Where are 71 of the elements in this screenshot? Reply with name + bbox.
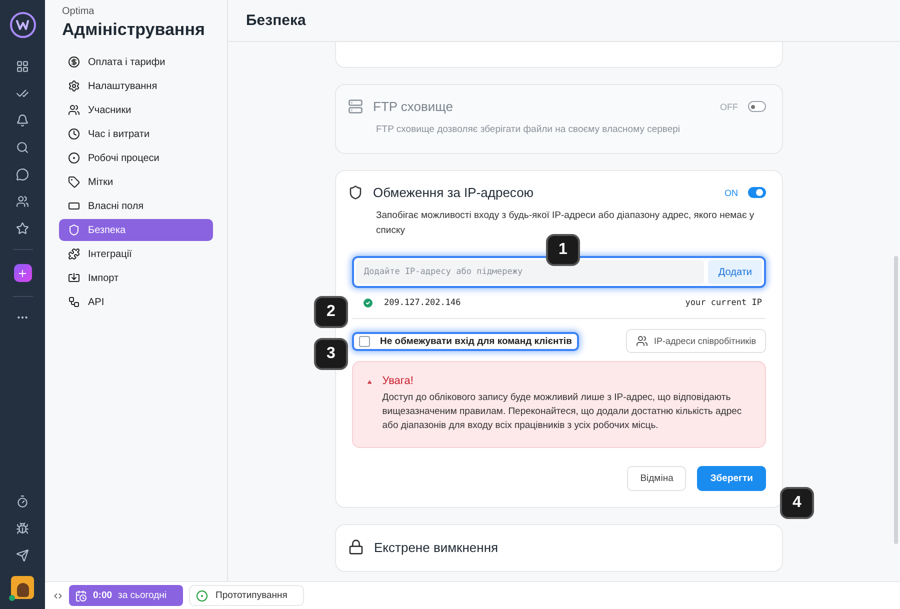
- card-description: Запобігає можливості входу з будь-якої IP-адреси або діапазону адрес, якого немає у списку: [376, 209, 756, 238]
- sidebar-item[interactable]: Учасники: [59, 99, 213, 121]
- sidebar-item[interactable]: Робочі процеси: [59, 147, 213, 169]
- chat-icon[interactable]: [16, 168, 29, 181]
- scrollbar[interactable]: [894, 256, 898, 544]
- puzzle-icon: [68, 248, 80, 260]
- circle-icon: [196, 590, 208, 602]
- users-icon: [68, 104, 80, 116]
- sidebar-item[interactable]: Налаштування: [59, 75, 213, 97]
- sidebar-item[interactable]: Імпорт: [59, 267, 213, 289]
- warning-text: Доступ до облікового запису буде можливий лише з IP-адрес, що відповідають вищезазначеним правилам. Переконайтеся, що додали достатню кількість адрес або діапазонів для входу всіх працівників з усіх робочих місць.: [382, 391, 743, 433]
- logo-icon[interactable]: [10, 12, 36, 38]
- add-button[interactable]: [14, 264, 32, 282]
- avatar[interactable]: [11, 576, 34, 599]
- rectangle-icon: [68, 200, 80, 212]
- plus-icon: [17, 268, 28, 278]
- users-icon[interactable]: [16, 195, 29, 208]
- toggle-label: ON: [724, 188, 738, 198]
- timer-button[interactable]: 0:00 за сьогодні: [69, 585, 183, 606]
- staff-ip-button[interactable]: IP-адреси співробітників: [626, 329, 766, 353]
- check-icon: [362, 297, 374, 309]
- ip-input-field[interactable]: Додайте IP-адресу або підмережу Додати: [352, 256, 766, 288]
- sidebar-item[interactable]: Оплата і тарифи: [59, 51, 213, 73]
- clock-icon: [68, 128, 80, 140]
- checkmarks-icon[interactable]: [16, 87, 29, 100]
- calendar-icon: [75, 590, 87, 602]
- circle-icon: [68, 152, 80, 164]
- lock-icon: [348, 539, 364, 555]
- callout-badge: 1: [548, 236, 578, 264]
- add-button[interactable]: Додати: [708, 260, 762, 284]
- callout-badge: 3: [316, 340, 346, 368]
- star-icon[interactable]: [16, 222, 29, 235]
- callout-badge: 2: [316, 298, 346, 326]
- sidebar-item[interactable]: Мітки: [59, 171, 213, 193]
- project-button[interactable]: Прототипування: [188, 585, 304, 606]
- sidebar-item[interactable]: Власні поля: [59, 195, 213, 217]
- clients-checkbox[interactable]: Не обмежувати вхід для команд клієнтів: [352, 332, 579, 350]
- sidebar-item[interactable]: Час і витрати: [59, 123, 213, 145]
- shield-icon: [68, 224, 80, 236]
- toggle-switch[interactable]: [748, 187, 766, 198]
- sidebar-item[interactable]: Безпека: [59, 219, 213, 241]
- card-title: FTP сховище: [373, 99, 454, 114]
- users-icon: [636, 335, 648, 347]
- callout-badge: 4: [782, 489, 812, 517]
- collapse-icon[interactable]: [53, 590, 63, 600]
- shield-icon: [348, 185, 363, 200]
- gear-icon: [68, 80, 80, 92]
- stopwatch-icon[interactable]: [16, 495, 29, 508]
- workspace-name: Optima: [62, 6, 96, 17]
- ip-note: your current IP: [685, 298, 762, 308]
- send-icon[interactable]: [16, 549, 29, 562]
- nodes-icon: [68, 296, 80, 308]
- card-title: Обмеження за IP-адресою: [373, 185, 535, 200]
- card-description: FTP сховище дозволяє зберігати файли на своєму власному сервері: [376, 123, 682, 137]
- dollar-icon: [68, 56, 80, 68]
- warning-title: Увага!: [382, 375, 414, 387]
- card-title: Екстрене вимкнення: [374, 540, 500, 554]
- import-icon: [68, 272, 80, 284]
- cancel-button[interactable]: Відміна: [627, 466, 686, 491]
- toggle-switch[interactable]: [748, 101, 766, 112]
- server-icon: [348, 99, 363, 114]
- bell-icon[interactable]: [16, 114, 29, 127]
- search-icon[interactable]: [16, 141, 29, 154]
- bug-icon[interactable]: [16, 522, 29, 535]
- grid-icon[interactable]: [16, 60, 29, 73]
- toggle-label: OFF: [720, 102, 738, 112]
- ip-address: 209.127.202.146: [384, 298, 462, 308]
- sidebar-item[interactable]: Інтеграції: [59, 243, 213, 265]
- sidebar-title: Адміністрування: [62, 19, 206, 41]
- tag-icon: [68, 176, 80, 188]
- sidebar-item[interactable]: API: [59, 291, 213, 313]
